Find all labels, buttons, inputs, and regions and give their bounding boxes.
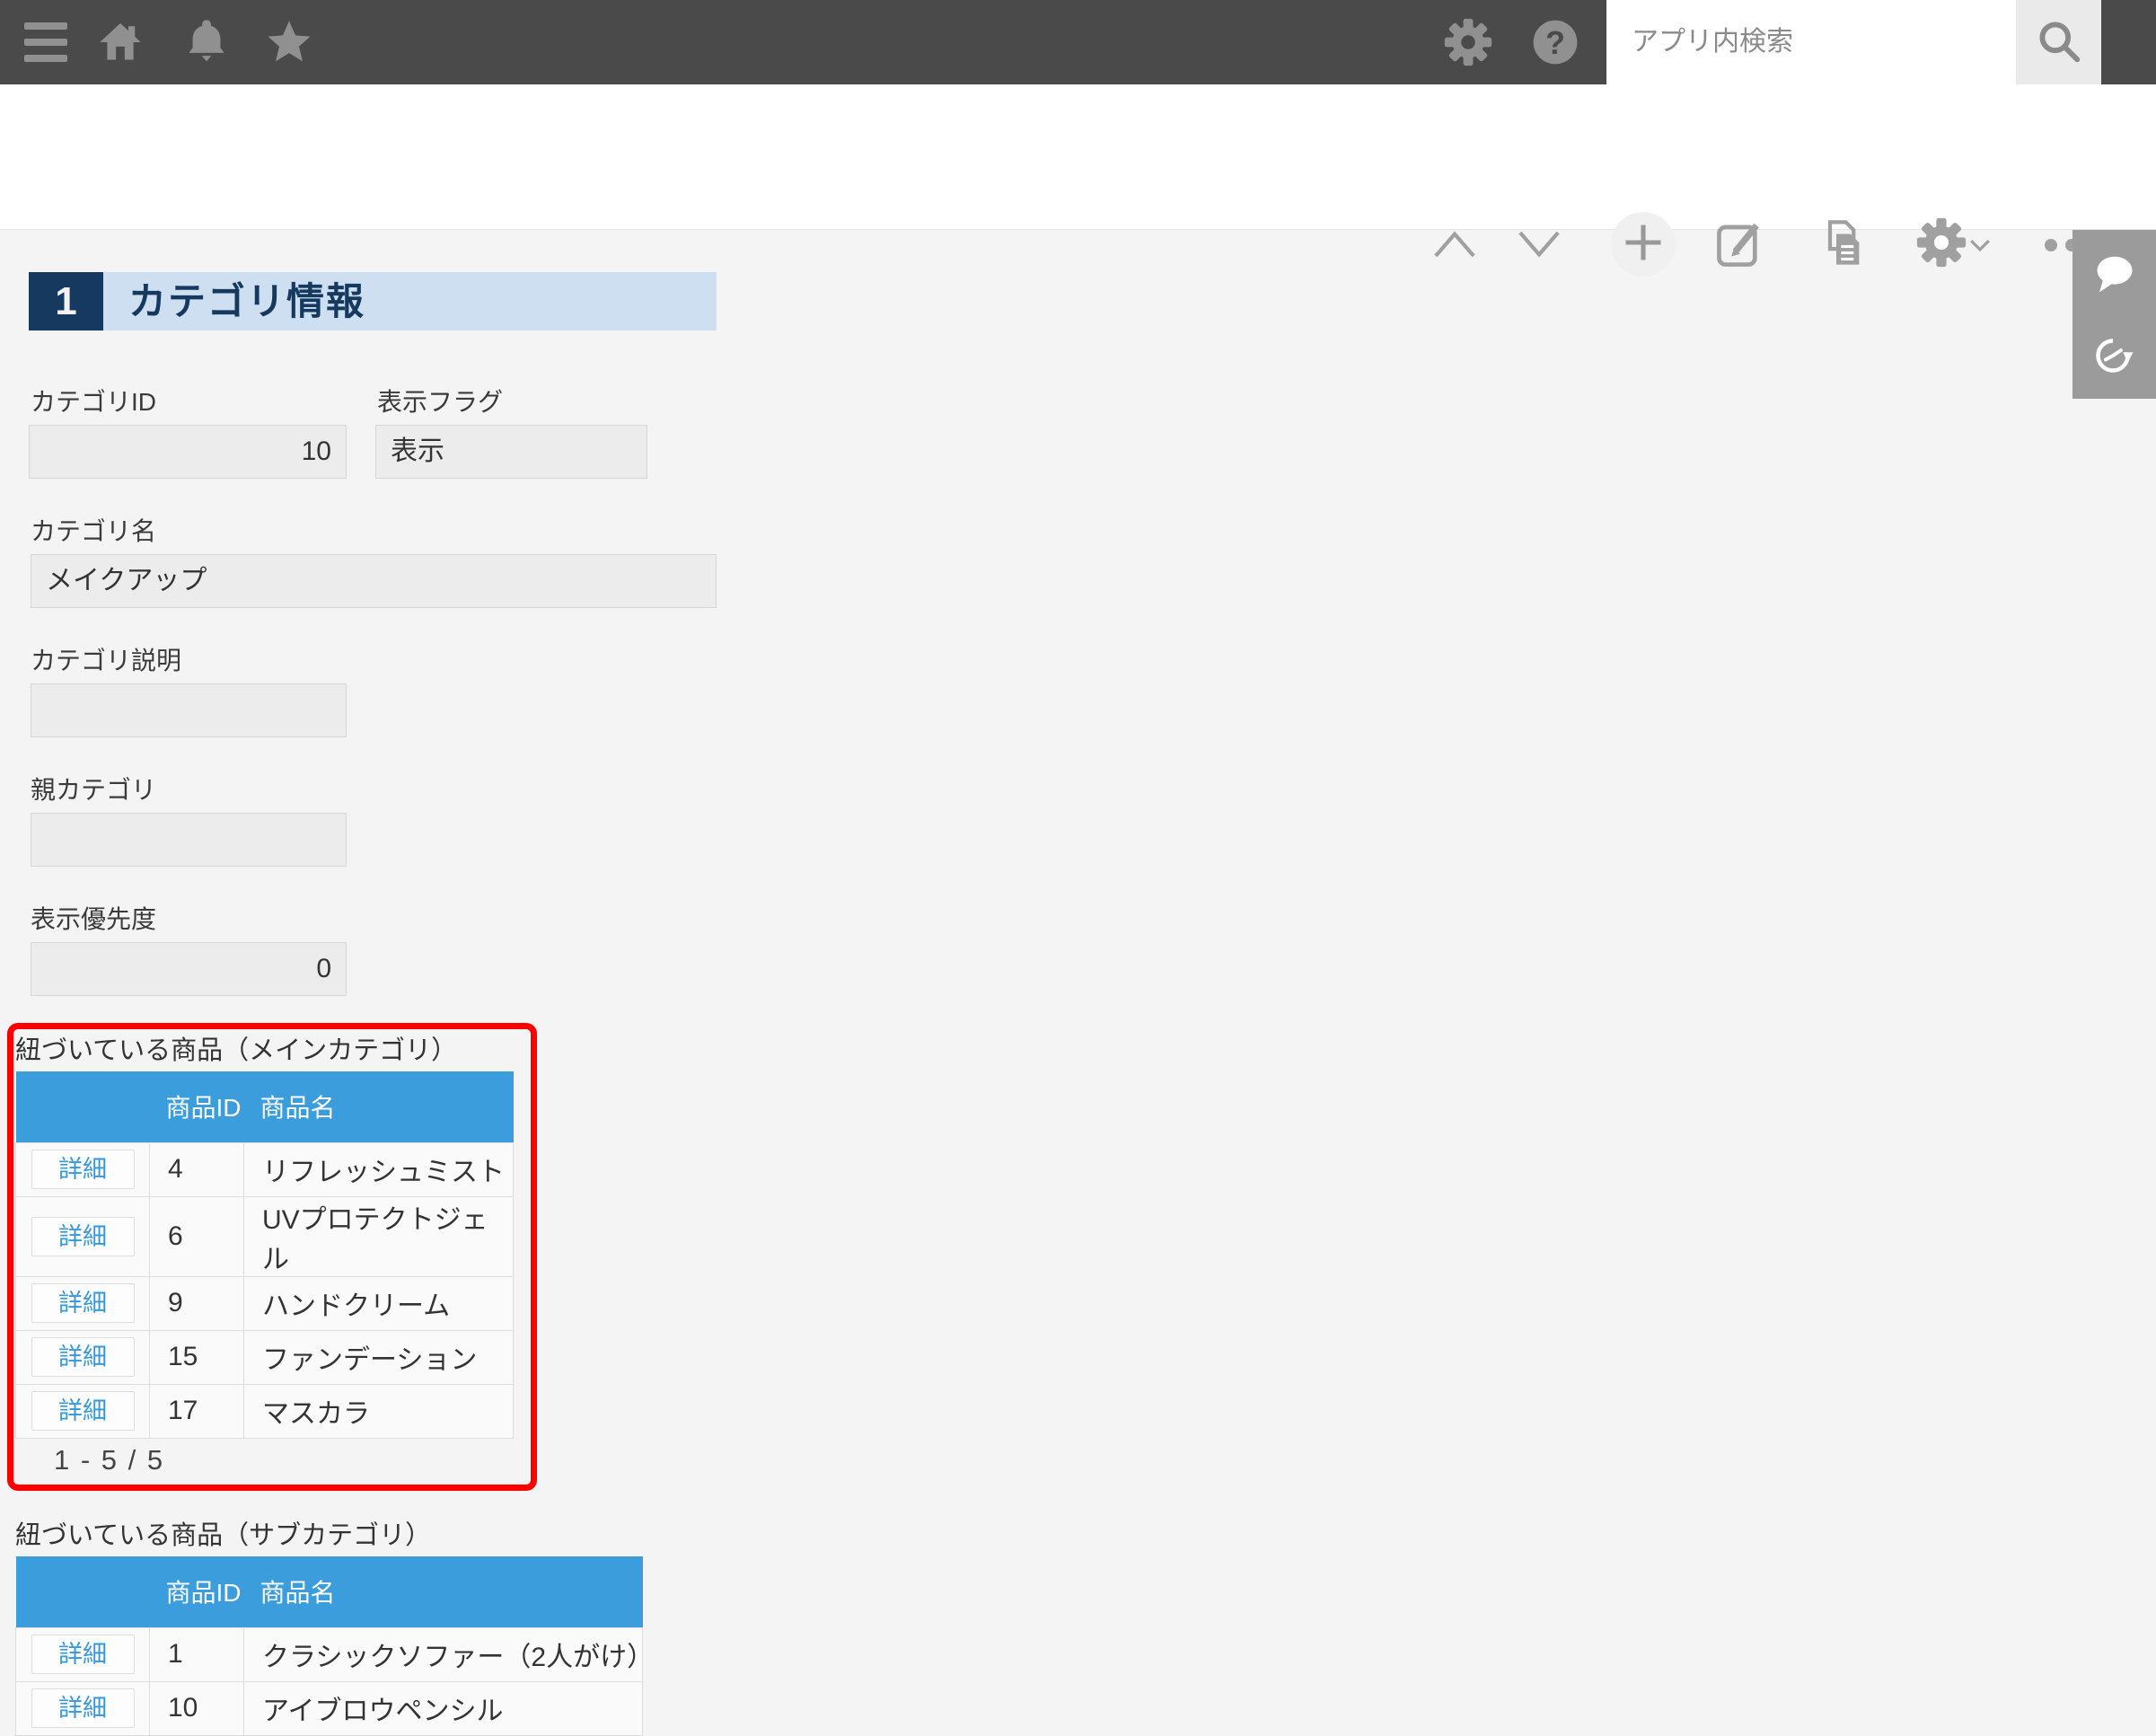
detail-button[interactable]: 詳細 — [31, 1391, 135, 1431]
section-number-badge: 1 — [29, 272, 103, 330]
search-button[interactable] — [2016, 0, 2101, 84]
sub-category-products-table: 商品ID 商品名 詳細 1 クラシックソファー（2人がけ） 詳細 10 アイブロ… — [15, 1556, 642, 1736]
sub-category-table-title: 紐づいている商品（サブカテゴリ） — [15, 1514, 431, 1552]
field-value-category-name: メイクアップ — [31, 554, 717, 608]
record-settings-gear-icon[interactable] — [1916, 217, 1967, 272]
table-header-row: 商品ID 商品名 — [16, 1556, 643, 1627]
product-name-column-header: 商品名 — [244, 1556, 643, 1627]
favorite-star-icon[interactable] — [265, 18, 313, 71]
product-name-cell: マスカラ — [244, 1384, 514, 1438]
edit-record-icon[interactable] — [1714, 217, 1766, 274]
detail-column-header — [16, 1556, 150, 1627]
product-id-cell: 9 — [150, 1276, 244, 1330]
detail-button[interactable]: 詳細 — [31, 1150, 135, 1189]
field-label-display-priority: 表示優先度 — [31, 900, 156, 936]
help-icon[interactable]: ? — [1532, 19, 1579, 70]
field-value-display-flag: 表示 — [375, 425, 647, 479]
hamburger-menu-icon[interactable] — [24, 22, 67, 71]
product-name-cell: ファンデーション — [244, 1330, 514, 1384]
detail-button[interactable]: 詳細 — [31, 1217, 135, 1256]
table-row: 詳細 9 ハンドクリーム — [16, 1276, 514, 1330]
table-row: 詳細 4 リフレッシュミスト — [16, 1142, 514, 1196]
product-id-cell: 15 — [150, 1330, 244, 1384]
detail-button[interactable]: 詳細 — [31, 1283, 135, 1323]
product-name-column-header: 商品名 — [244, 1071, 514, 1142]
record-side-panel — [2072, 230, 2156, 399]
main-category-table-title: 紐づいている商品（メインカテゴリ） — [15, 1029, 457, 1067]
detail-column-header — [16, 1071, 150, 1142]
table-row: 詳細 15 ファンデーション — [16, 1330, 514, 1384]
duplicate-record-icon[interactable] — [1817, 217, 1868, 274]
field-value-category-id: 10 — [29, 425, 347, 479]
field-label-category-name: カテゴリ名 — [31, 512, 156, 548]
svg-text:?: ? — [1545, 25, 1565, 61]
table-row: 詳細 17 マスカラ — [16, 1384, 514, 1438]
table-row: 詳細 6 UVプロテクトジェル — [16, 1196, 514, 1276]
next-record-chevron-down-icon[interactable] — [1516, 228, 1562, 265]
detail-button[interactable]: 詳細 — [31, 1337, 135, 1377]
table-row: 詳細 1 クラシックソファー（2人がけ） — [16, 1627, 643, 1681]
detail-button[interactable]: 詳細 — [31, 1635, 135, 1674]
plus-icon — [1622, 221, 1665, 269]
product-id-cell: 4 — [150, 1142, 244, 1196]
product-id-cell: 17 — [150, 1384, 244, 1438]
product-id-cell: 1 — [150, 1627, 244, 1681]
product-id-cell: 6 — [150, 1196, 244, 1276]
notification-bell-icon[interactable] — [183, 17, 230, 68]
field-label-category-id: カテゴリID — [31, 383, 156, 419]
settings-gear-icon[interactable] — [1444, 18, 1492, 71]
search-icon — [2035, 17, 2083, 68]
product-name-cell: ハンドクリーム — [244, 1276, 514, 1330]
table-row: 詳細 10 アイブロウペンシル — [16, 1681, 643, 1735]
comments-bubble-icon[interactable] — [2091, 251, 2138, 303]
product-id-column-header: 商品ID — [150, 1556, 244, 1627]
field-value-display-priority: 0 — [31, 942, 347, 996]
product-id-column-header: 商品ID — [150, 1071, 244, 1142]
field-value-parent-category — [31, 813, 347, 867]
product-name-cell: アイブロウペンシル — [244, 1681, 643, 1735]
detail-button[interactable]: 詳細 — [31, 1688, 135, 1728]
product-name-cell: リフレッシュミスト — [244, 1142, 514, 1196]
record-toolbar — [0, 84, 2156, 230]
field-value-category-description — [31, 683, 347, 737]
product-name-cell: クラシックソファー（2人がけ） — [244, 1627, 643, 1681]
top-navigation-bar: ? — [0, 0, 2156, 84]
field-label-category-description: カテゴリ説明 — [31, 641, 181, 677]
add-record-button[interactable] — [1611, 212, 1676, 277]
product-id-cell: 10 — [150, 1681, 244, 1735]
home-icon[interactable] — [97, 19, 144, 70]
previous-record-chevron-up-icon[interactable] — [1431, 228, 1478, 265]
change-history-icon[interactable] — [2091, 334, 2134, 382]
product-name-cell: UVプロテクトジェル — [244, 1196, 514, 1276]
pagination-status: 1 - 5 / 5 — [54, 1444, 164, 1476]
table-header-row: 商品ID 商品名 — [16, 1071, 514, 1142]
main-category-products-table: 商品ID 商品名 詳細 4 リフレッシュミスト 詳細 6 UVプロテクトジェル … — [15, 1071, 513, 1439]
field-label-parent-category: 親カテゴリ — [31, 771, 156, 806]
app-search-input[interactable] — [1606, 0, 2016, 84]
gear-dropdown-chevron-icon[interactable] — [1968, 237, 1992, 258]
page-title: カテゴリ情報 — [128, 272, 365, 330]
field-label-display-flag: 表示フラグ — [377, 383, 503, 419]
